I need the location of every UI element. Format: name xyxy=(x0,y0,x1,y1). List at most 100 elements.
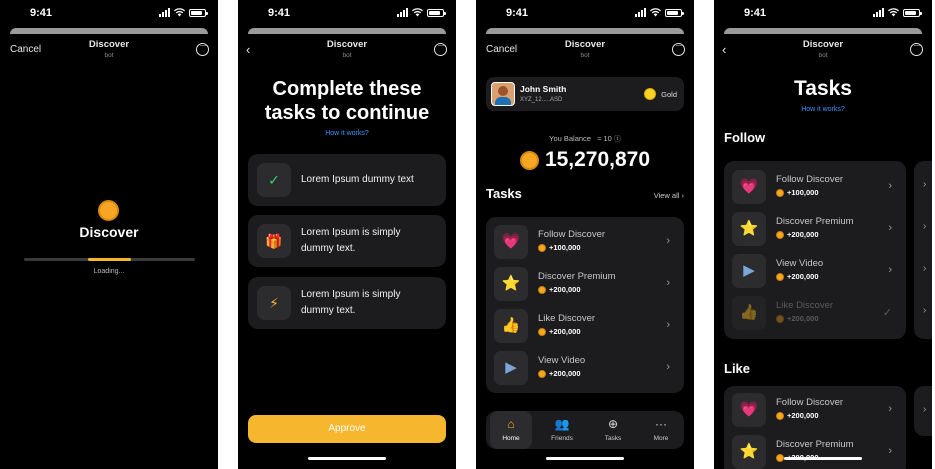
task-title: Discover Premium xyxy=(538,271,616,282)
list-item[interactable]: 👍 Like Discover +200,000 › xyxy=(486,305,684,347)
tab-friends[interactable]: 👥 Friends xyxy=(541,411,583,449)
chevron-right-icon: › xyxy=(681,191,685,200)
play-icon: ▶ xyxy=(732,254,766,288)
like-tasks-list-next[interactable]: › xyxy=(914,386,932,436)
task-text-line: Lorem Ipsum is simply xyxy=(301,227,401,238)
task-points: +200,000 xyxy=(787,411,819,420)
task-text: Lorem Ipsum is simply dummy text. xyxy=(301,277,438,329)
status-bar: 9:41 xyxy=(714,7,932,21)
tab-label: More xyxy=(653,435,669,442)
headline-line-2: tasks to continue xyxy=(264,102,430,124)
follow-tasks-list-next[interactable]: › › › › xyxy=(914,161,932,339)
nav-subtitle: bot xyxy=(580,52,590,59)
app-name: Discover xyxy=(79,224,139,240)
nav-title: Discover xyxy=(802,39,844,50)
status-time: 9:41 xyxy=(30,7,53,19)
task-text: Lorem Ipsum is simply dummy text. xyxy=(301,215,438,267)
gift-icon: 🎁 xyxy=(257,224,291,258)
coin-icon xyxy=(538,286,546,294)
battery-icon xyxy=(903,8,922,17)
task-card[interactable]: 🎁 Lorem Ipsum is simply dummy text. xyxy=(248,215,446,267)
check-icon: ✓ xyxy=(882,307,892,319)
balance-value: 15,270,870 xyxy=(544,148,651,171)
more-options-icon[interactable] xyxy=(910,40,923,56)
task-title: Follow Discover xyxy=(776,397,844,408)
status-icons xyxy=(159,8,208,17)
coin-icon xyxy=(776,231,784,239)
home-indicator xyxy=(546,457,624,460)
task-title: Follow Discover xyxy=(538,229,606,240)
list-item[interactable]: 💗 Follow Discover +200,000 › xyxy=(724,389,906,431)
view-all-label: View all xyxy=(653,191,680,200)
user-card[interactable]: John Smith XYZ_12.....ASD Gold xyxy=(486,77,684,111)
balance-label: You Balance xyxy=(549,134,591,143)
lightning-icon: ⚡ xyxy=(257,286,291,320)
nav-bar: Cancel Discover bot xyxy=(476,38,694,62)
screen-complete-tasks: 9:41 ‹ Discover bot Complete these tasks… xyxy=(238,0,456,469)
task-text-line: dummy text. xyxy=(301,243,356,254)
task-title: Follow Discover xyxy=(776,174,844,185)
wifi-icon xyxy=(888,8,899,17)
task-text: Lorem Ipsum dummy text xyxy=(301,154,438,206)
sheet-handle xyxy=(486,28,684,34)
list-item[interactable]: ▶ View Video +200,000 › xyxy=(486,347,684,389)
follow-section-title: Follow xyxy=(724,130,766,145)
coin-icon xyxy=(776,412,784,420)
more-options-icon[interactable] xyxy=(196,40,209,56)
chevron-right-icon: › xyxy=(888,403,892,415)
chevron-right-icon: › xyxy=(888,264,892,276)
tasks-icon: ⊕ xyxy=(607,417,619,431)
page-title: Tasks xyxy=(794,77,852,100)
list-item[interactable]: ▶ View Video +200,000 › xyxy=(724,250,906,292)
task-text-line: Lorem Ipsum dummy text xyxy=(301,174,414,185)
more-options-icon[interactable] xyxy=(434,40,447,56)
tasks-list: 💗 Follow Discover +100,000 › ⭐ Discover … xyxy=(486,217,684,393)
coin-icon xyxy=(776,189,784,197)
coin-icon xyxy=(538,244,546,252)
battery-icon xyxy=(427,8,446,17)
follow-tasks-list: 💗 Follow Discover +100,000 › ⭐ Discover … xyxy=(724,161,906,339)
task-card[interactable]: ✓ Lorem Ipsum dummy text xyxy=(248,154,446,206)
tab-label: Home xyxy=(502,435,520,442)
view-all-link[interactable]: View all › xyxy=(654,191,684,200)
list-item[interactable]: ⭐ Discover Premium +200,000 › xyxy=(724,208,906,250)
more-options-icon[interactable] xyxy=(672,40,685,56)
avatar xyxy=(491,82,515,106)
list-item[interactable]: 💗 Follow Discover +100,000 › xyxy=(486,221,684,263)
tab-tasks[interactable]: ⊕ Tasks xyxy=(592,411,634,449)
info-icon: ⓣ xyxy=(613,136,621,143)
page-title: Complete these tasks to continue xyxy=(248,77,446,125)
how-it-works-link[interactable]: How it works? xyxy=(714,106,932,113)
battery-icon xyxy=(665,8,684,17)
list-item[interactable]: 💗 Follow Discover +100,000 › xyxy=(724,166,906,208)
tab-label: Friends xyxy=(551,435,573,442)
loading-text: Loading... xyxy=(93,268,125,275)
star-icon: ⭐ xyxy=(732,212,766,246)
nav-subtitle: bot xyxy=(818,52,828,59)
coin-icon xyxy=(776,273,784,281)
chevron-right-icon: › xyxy=(666,277,670,289)
task-points: +200,000 xyxy=(787,230,819,239)
task-text-line: Lorem Ipsum is simply xyxy=(301,289,401,300)
how-it-works-link[interactable]: How it works? xyxy=(238,130,456,137)
status-time: 9:41 xyxy=(744,7,767,19)
nav-bar: ‹ Discover bot xyxy=(238,38,456,62)
task-title: Like Discover xyxy=(776,300,834,311)
sheet-handle xyxy=(10,28,208,34)
approve-button[interactable]: Approve xyxy=(248,415,446,443)
task-points: +200,000 xyxy=(549,327,581,336)
list-item[interactable]: ⭐ Discover Premium +200,000 › xyxy=(486,263,684,305)
sheet-handle xyxy=(248,28,446,34)
tab-more[interactable]: ··· More xyxy=(640,411,682,449)
task-points: +100,000 xyxy=(787,188,819,197)
list-item[interactable]: ⭐ Discover Premium +200,000 › xyxy=(724,431,906,469)
tab-home[interactable]: ⌂ Home xyxy=(490,411,532,449)
chevron-right-icon: › xyxy=(923,305,927,316)
chevron-right-icon: › xyxy=(923,263,927,274)
task-points: +200,000 xyxy=(787,272,819,281)
coin-icon xyxy=(776,315,784,323)
coin-icon xyxy=(538,328,546,336)
task-points: +100,000 xyxy=(549,243,581,252)
task-title: Discover Premium xyxy=(776,439,854,450)
task-card[interactable]: ⚡ Lorem Ipsum is simply dummy text. xyxy=(248,277,446,329)
